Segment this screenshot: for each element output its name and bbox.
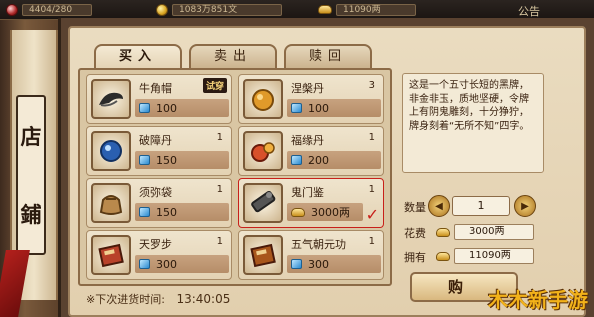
copper-group: 1083万851文 [156, 3, 282, 16]
item-name: 五气朝元功 [291, 238, 346, 251]
item-card[interactable]: 福缘丹 1 200 [238, 126, 384, 176]
item-qty: 1 [368, 236, 375, 247]
item-card[interactable]: 破障丹 1 150 [86, 126, 232, 176]
fortune-pill-icon [243, 131, 283, 171]
restock-label: ※下次进货时间: [86, 293, 165, 306]
sky-step-book-icon [91, 235, 131, 275]
item-description: 这是一个五寸长短的黑牌，非金非玉，质地坚硬，令牌上有阴鬼雕刻，十分狰狞，牌身刻着… [402, 73, 544, 173]
copper-coin-icon [156, 3, 168, 16]
stamina-group: 4404/280 [6, 3, 92, 16]
shop-sign: 店 鋪 [16, 95, 46, 255]
stamina-icon [6, 3, 18, 16]
quantity-label: 数量 [404, 201, 426, 214]
item-price: 300 [287, 255, 381, 273]
top-status-bar: 4404/280 1083万851文 11090两 公告 [0, 0, 594, 20]
silver-ingot-icon [318, 5, 332, 14]
horn-hat-icon [91, 79, 131, 119]
announce-button[interactable]: 公告 [518, 3, 540, 19]
copper-value: 1083万851文 [172, 3, 282, 16]
item-card[interactable]: 涅槃丹 3 100 [238, 74, 384, 124]
owned-value: 11090两 [454, 248, 534, 264]
item-price: 150 [135, 203, 229, 221]
silver-value: 11090两 [336, 3, 416, 16]
item-name: 破障丹 [139, 134, 172, 147]
item-price: 100 [135, 99, 229, 117]
nirvana-pill-icon [243, 79, 283, 119]
item-price-value: 300 [156, 257, 177, 271]
item-qty: 3 [368, 80, 375, 91]
shop-sign-char-1: 店 [20, 124, 42, 149]
jade-gem-icon [139, 155, 150, 165]
breakthrough-pill-icon [91, 131, 131, 171]
tab-sell[interactable]: 卖出 [189, 44, 277, 70]
increase-qty-button[interactable]: ▶ [514, 195, 536, 217]
item-card-selected[interactable]: 鬼门鉴 1 3000两 ✓ [238, 178, 384, 228]
restock-timer: ※下次进货时间: 13:40:05 [86, 291, 230, 307]
jade-gem-icon [139, 207, 150, 217]
decrease-qty-button[interactable]: ◀ [428, 195, 450, 217]
item-price-value: 3000两 [311, 206, 350, 219]
item-price-value: 150 [156, 205, 177, 219]
silver-group: 11090两 [318, 3, 416, 16]
shop-sign-char-2: 鋪 [20, 202, 42, 227]
item-price-value: 300 [308, 257, 329, 271]
item-qty: 1 [216, 184, 223, 195]
watermark-text: 木木新手游 [488, 288, 588, 312]
item-name: 福缘丹 [291, 134, 324, 147]
cost-ingot-icon [436, 228, 450, 237]
stamina-value: 4404/280 [22, 3, 92, 16]
item-qty: 1 [216, 132, 223, 143]
selected-check-icon: ✓ [365, 205, 379, 224]
item-price-value: 100 [308, 101, 329, 115]
owned-ingot-icon [436, 252, 450, 261]
owned-label: 拥有 [404, 251, 426, 264]
item-price: 100 [287, 99, 381, 117]
try-on-badge[interactable]: 试穿 [202, 78, 227, 93]
item-price: 200 [287, 151, 381, 169]
tab-redeem[interactable]: 赎回 [284, 44, 372, 70]
item-card[interactable]: 天罗步 1 300 [86, 230, 232, 280]
jade-gem-icon [139, 259, 150, 269]
cost-label: 花费 [404, 227, 426, 240]
item-price: 300 [135, 255, 229, 273]
jade-gem-icon [139, 103, 150, 113]
item-card[interactable]: 须弥袋 1 150 [86, 178, 232, 228]
ghost-token-icon [243, 183, 283, 223]
item-qty: 1 [216, 236, 223, 247]
item-name: 涅槃丹 [291, 82, 324, 95]
storage-bag-icon [91, 183, 131, 223]
quantity-input[interactable]: 1 [452, 196, 510, 216]
item-qty: 1 [368, 184, 375, 195]
item-qty: 1 [368, 132, 375, 143]
item-price-value: 200 [308, 153, 329, 167]
item-name: 牛角帽 [139, 82, 172, 95]
item-price: 150 [135, 151, 229, 169]
item-name: 鬼门鉴 [291, 186, 324, 199]
restock-time: 13:40:05 [176, 292, 231, 306]
item-name: 须弥袋 [139, 186, 172, 199]
silver-ingot-icon [291, 207, 305, 217]
item-price-value: 100 [156, 101, 177, 115]
item-price-value: 150 [156, 153, 177, 167]
cost-value: 3000两 [454, 224, 534, 240]
jade-gem-icon [291, 103, 302, 113]
item-price: 3000两 [287, 203, 363, 221]
five-qi-book-icon [243, 235, 283, 275]
jade-gem-icon [291, 259, 302, 269]
item-name: 天罗步 [139, 238, 172, 251]
jade-gem-icon [291, 155, 302, 165]
tab-buy[interactable]: 买入 [94, 44, 182, 70]
item-card[interactable]: 五气朝元功 1 300 [238, 230, 384, 280]
item-card[interactable]: 牛角帽 试穿 100 [86, 74, 232, 124]
